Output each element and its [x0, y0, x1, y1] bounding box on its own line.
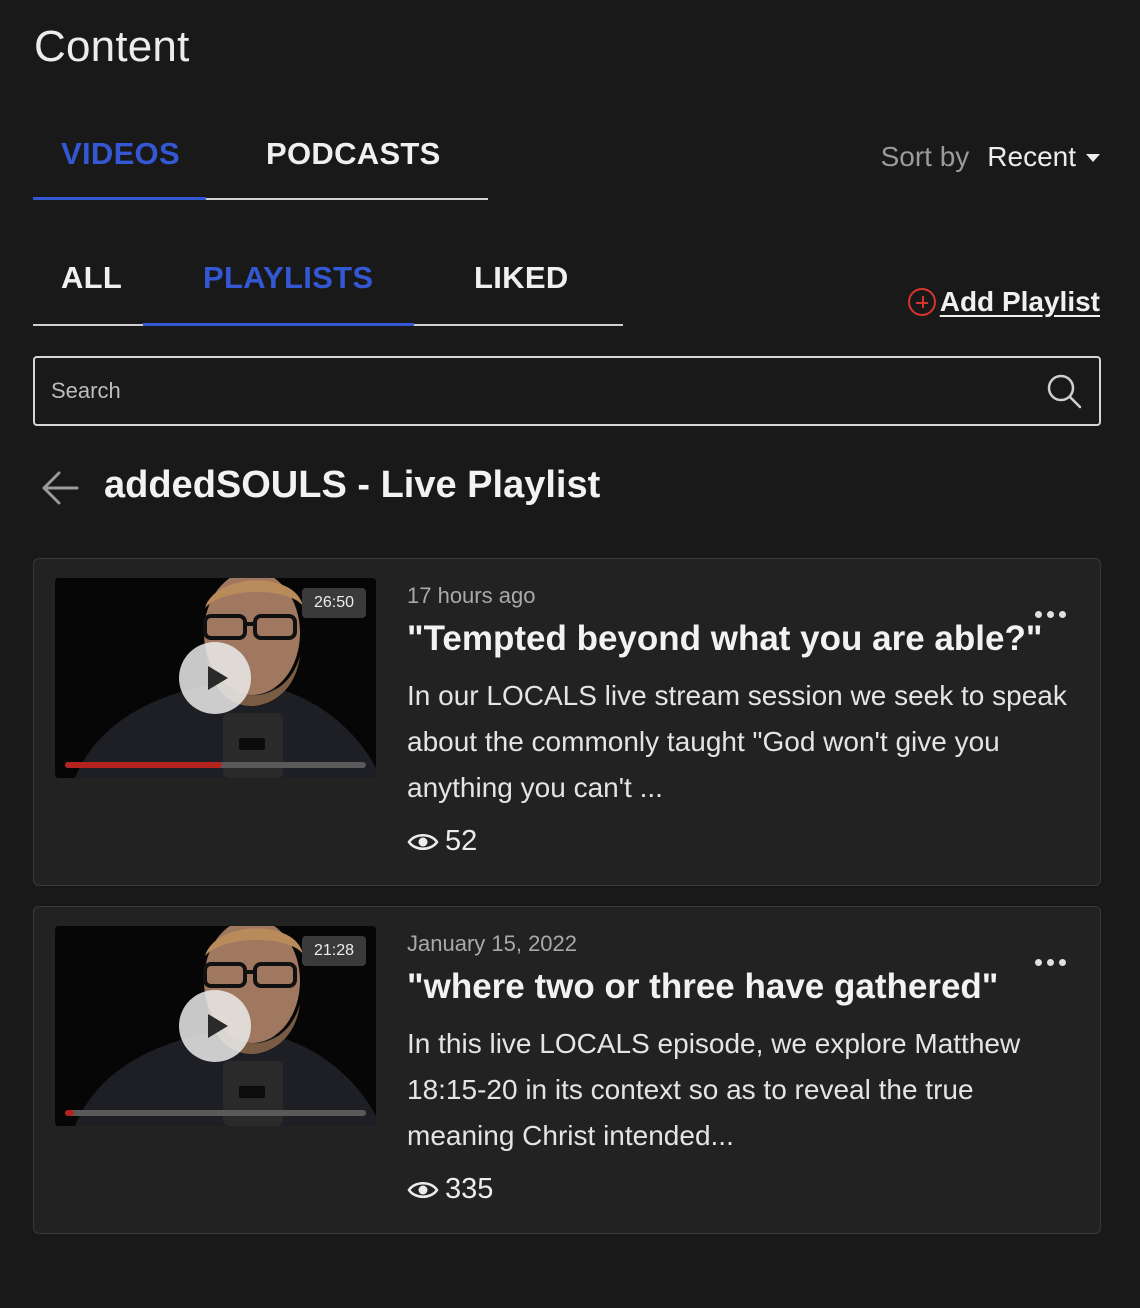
search-icon[interactable] — [1045, 372, 1083, 410]
tab-liked[interactable]: LIKED — [474, 260, 569, 296]
view-count-value: 52 — [445, 825, 478, 857]
page-title: Content — [34, 22, 190, 71]
more-options-icon[interactable] — [1035, 953, 1066, 972]
video-date: January 15, 2022 — [407, 931, 578, 956]
tab-videos[interactable]: VIDEOS — [61, 136, 180, 172]
video-thumbnail[interactable]: 21:28 — [55, 926, 376, 1126]
watch-progress-bar — [65, 762, 366, 768]
video-description: In our LOCALS live stream session we see… — [407, 680, 1067, 803]
watch-progress-fill — [65, 762, 222, 768]
add-playlist-label: Add Playlist — [939, 286, 1100, 317]
search-box — [33, 356, 1101, 426]
duration-badge: 21:28 — [301, 936, 366, 966]
video-card[interactable]: 21:28 January 15, 2022 "where two or thr… — [33, 906, 1101, 1234]
watch-progress-fill — [65, 1110, 75, 1116]
video-title[interactable]: "where two or three have gathered" — [407, 967, 998, 1007]
search-input[interactable] — [51, 358, 1031, 424]
video-card[interactable]: 26:50 17 hours ago "Tempted beyond what … — [33, 558, 1101, 886]
sort-label: Sort by — [880, 141, 970, 172]
video-description: In this live LOCALS episode, we explore … — [407, 1028, 1021, 1151]
play-icon[interactable] — [179, 990, 251, 1062]
sort-control: Sort by Recent — [881, 141, 1100, 173]
filter-tabs: ALL PLAYLISTS LIKED — [33, 252, 623, 326]
content-page: Content VIDEOS PODCASTS Sort by Recent A… — [0, 0, 1140, 1308]
active-tab-indicator — [33, 197, 206, 200]
sort-value: Recent — [987, 141, 1076, 172]
video-date: 17 hours ago — [407, 583, 536, 608]
active-filter-indicator — [143, 323, 414, 326]
tab-all[interactable]: ALL — [61, 260, 122, 296]
tab-playlists[interactable]: PLAYLISTS — [203, 260, 373, 296]
duration-badge: 26:50 — [301, 588, 366, 618]
eye-icon — [407, 833, 439, 850]
content-tabs: VIDEOS PODCASTS — [33, 128, 488, 200]
sort-dropdown[interactable]: Recent — [987, 141, 1100, 173]
watch-progress-bar — [65, 1110, 366, 1116]
view-count: 335 — [407, 1173, 493, 1206]
video-title[interactable]: "Tempted beyond what you are able?" — [407, 619, 1042, 659]
video-thumbnail[interactable]: 26:50 — [55, 578, 376, 778]
play-icon[interactable] — [179, 642, 251, 714]
more-options-icon[interactable] — [1035, 605, 1066, 624]
view-count: 52 — [407, 825, 477, 858]
add-playlist-button[interactable]: Add Playlist — [907, 286, 1100, 318]
chevron-down-icon — [1086, 154, 1100, 162]
playlist-title: addedSOULS - Live Playlist — [104, 464, 601, 506]
view-count-value: 335 — [445, 1173, 494, 1205]
eye-icon — [407, 1181, 439, 1198]
back-arrow-icon[interactable] — [40, 468, 80, 508]
tab-podcasts[interactable]: PODCASTS — [266, 136, 441, 172]
plus-circle-icon — [907, 288, 936, 316]
